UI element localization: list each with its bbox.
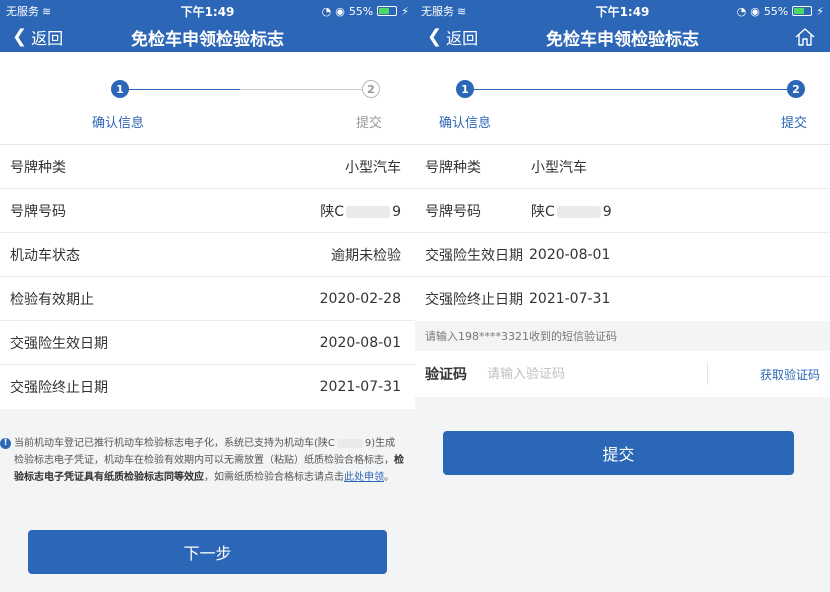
row-value: 小型汽车 (531, 159, 587, 176)
battery-percent: 55% (763, 4, 789, 18)
insurance-end-row: 交强险终止日期 2021-07-31 (0, 365, 415, 409)
plate-number-row: 号牌号码 陕C 9 (415, 189, 830, 233)
back-label: 返回 (31, 29, 64, 48)
sms-hint: 请输入198****3321收到的短信验证码 (415, 321, 830, 351)
chevron-left-icon: ❮ (427, 26, 443, 47)
row-label: 号牌种类 (10, 159, 66, 176)
plate-number-value: 陕C 9 (320, 201, 401, 221)
confirm-info-screen: 无服务 ≋ 下午1:49 ◔ ◉ 55% ⚡ ❮ 返回 免检车申领检验标志 1 … (0, 0, 415, 592)
divider (707, 363, 708, 385)
vehicle-info-list: 号牌种类 小型汽车 号牌号码 陕C 9 机动车状态 逾期未检验 检验有效期止 20… (0, 144, 415, 409)
row-label: 交强险生效日期 (10, 335, 108, 352)
row-value: 2021-07-31 (529, 291, 611, 307)
apply-here-link[interactable]: 此处申领 (344, 472, 384, 483)
alarm-icon: ◔ (736, 4, 747, 18)
battery-percent: 55% (348, 4, 374, 18)
step-2-label: 提交 (356, 116, 383, 131)
battery-icon (792, 6, 813, 16)
step-2-label: 提交 (781, 116, 808, 131)
step-indicator: 1 2 确认信息 提交 (0, 52, 415, 144)
lock-rotation-icon: ◉ (335, 4, 345, 18)
step-line-progress (465, 89, 787, 90)
nav-bar: ❮ 返回 免检车申领检验标志 (0, 22, 415, 52)
plate-suffix: 9 (392, 203, 401, 220)
plate-number-value: 陕C 9 (531, 201, 612, 221)
chevron-left-icon: ❮ (12, 26, 28, 47)
status-right: ◔ ◉ 55% ⚡ (737, 5, 824, 18)
battery-icon (377, 6, 398, 16)
step-2-circle: 2 (362, 80, 380, 98)
row-label: 检验有效期止 (10, 291, 94, 308)
vehicle-info-list: 号牌种类 小型汽车 号牌号码 陕C 9 交强险生效日期 2020-08-01 交强… (415, 144, 830, 321)
row-label: 号牌种类 (425, 159, 481, 176)
row-label: 交强险终止日期 (10, 380, 108, 396)
row-label: 交强险终止日期 (425, 292, 523, 308)
row-value: 2020-08-01 (529, 246, 611, 263)
nav-bar: ❮ 返回 免检车申领检验标志 (415, 22, 830, 52)
insurance-start-row: 交强险生效日期 2020-08-01 (415, 233, 830, 277)
plate-prefix: 陕C (320, 203, 345, 220)
verification-code-input[interactable] (487, 366, 647, 382)
step-indicator: 1 2 确认信息 提交 (415, 52, 830, 144)
insurance-end-row: 交强险终止日期 2021-07-31 (415, 277, 830, 321)
row-label: 号牌号码 (425, 203, 481, 220)
redacted-block (556, 205, 601, 218)
get-code-button[interactable]: 获取验证码 (760, 366, 820, 383)
row-value: 2020-08-01 (319, 334, 401, 351)
step-1-circle: 1 (111, 80, 129, 98)
alarm-icon: ◔ (321, 4, 332, 18)
next-step-button[interactable]: 下一步 (28, 530, 387, 574)
row-label: 号牌号码 (10, 203, 66, 220)
plate-type-row: 号牌种类 小型汽车 (0, 145, 415, 189)
e-certificate-notice: ! 当前机动车登记已推行机动车检验标志电子化，系统已支持为机动车(陕C 9)生成检… (0, 409, 415, 486)
plate-number-row: 号牌号码 陕C 9 (0, 189, 415, 233)
inspection-expiry-row: 检验有效期止 2020-02-28 (0, 277, 415, 321)
verification-code-row: 验证码 获取验证码 (415, 351, 830, 397)
row-value: 2020-02-28 (319, 290, 401, 307)
back-label: 返回 (446, 29, 479, 48)
notice-text-5: 。 (384, 472, 394, 483)
row-value: 2021-07-31 (319, 379, 401, 395)
step-line-remaining (240, 89, 362, 90)
code-label: 验证码 (425, 367, 467, 383)
row-value: 逾期未检验 (331, 247, 401, 264)
status-bar: 无服务 ≋ 下午1:49 ◔ ◉ 55% ⚡ (0, 0, 415, 22)
redacted-block (336, 438, 363, 448)
status-bar: 无服务 ≋ 下午1:49 ◔ ◉ 55% ⚡ (415, 0, 830, 22)
redacted-block (346, 205, 391, 218)
vehicle-status-row: 机动车状态 逾期未检验 (0, 233, 415, 277)
plate-type-row: 号牌种类 小型汽车 (415, 145, 830, 189)
row-value: 小型汽车 (345, 159, 401, 176)
charging-icon: ⚡ (401, 4, 409, 18)
status-right: ◔ ◉ 55% ⚡ (322, 5, 409, 18)
lock-rotation-icon: ◉ (750, 4, 760, 18)
plate-suffix: 9 (602, 203, 612, 220)
submit-screen: 无服务 ≋ 下午1:49 ◔ ◉ 55% ⚡ ❮ 返回 免检车申领检验标志 1 … (415, 0, 830, 592)
charging-icon: ⚡ (816, 4, 824, 18)
home-icon[interactable] (794, 27, 816, 47)
step-1-label: 确认信息 (439, 116, 492, 131)
submit-button[interactable]: 提交 (443, 431, 794, 475)
back-button[interactable]: ❮ 返回 (0, 25, 63, 49)
insurance-start-row: 交强险生效日期 2020-08-01 (0, 321, 415, 365)
step-2-circle: 2 (787, 80, 805, 98)
info-icon: ! (0, 438, 11, 449)
row-label: 机动车状态 (10, 247, 80, 264)
step-line-progress (120, 89, 240, 90)
step-1-label: 确认信息 (92, 116, 145, 131)
step-1-circle: 1 (456, 80, 474, 98)
plate-prefix: 陕C (531, 203, 555, 220)
notice-text-1: 当前机动车登记已推行机动车检验标志电子化，系统已支持为机动车(陕C (14, 438, 335, 449)
back-button[interactable]: ❮ 返回 (415, 25, 478, 49)
notice-text-4: ，如需纸质检验合格标志请点击 (204, 472, 344, 483)
row-label: 交强险生效日期 (425, 247, 523, 264)
